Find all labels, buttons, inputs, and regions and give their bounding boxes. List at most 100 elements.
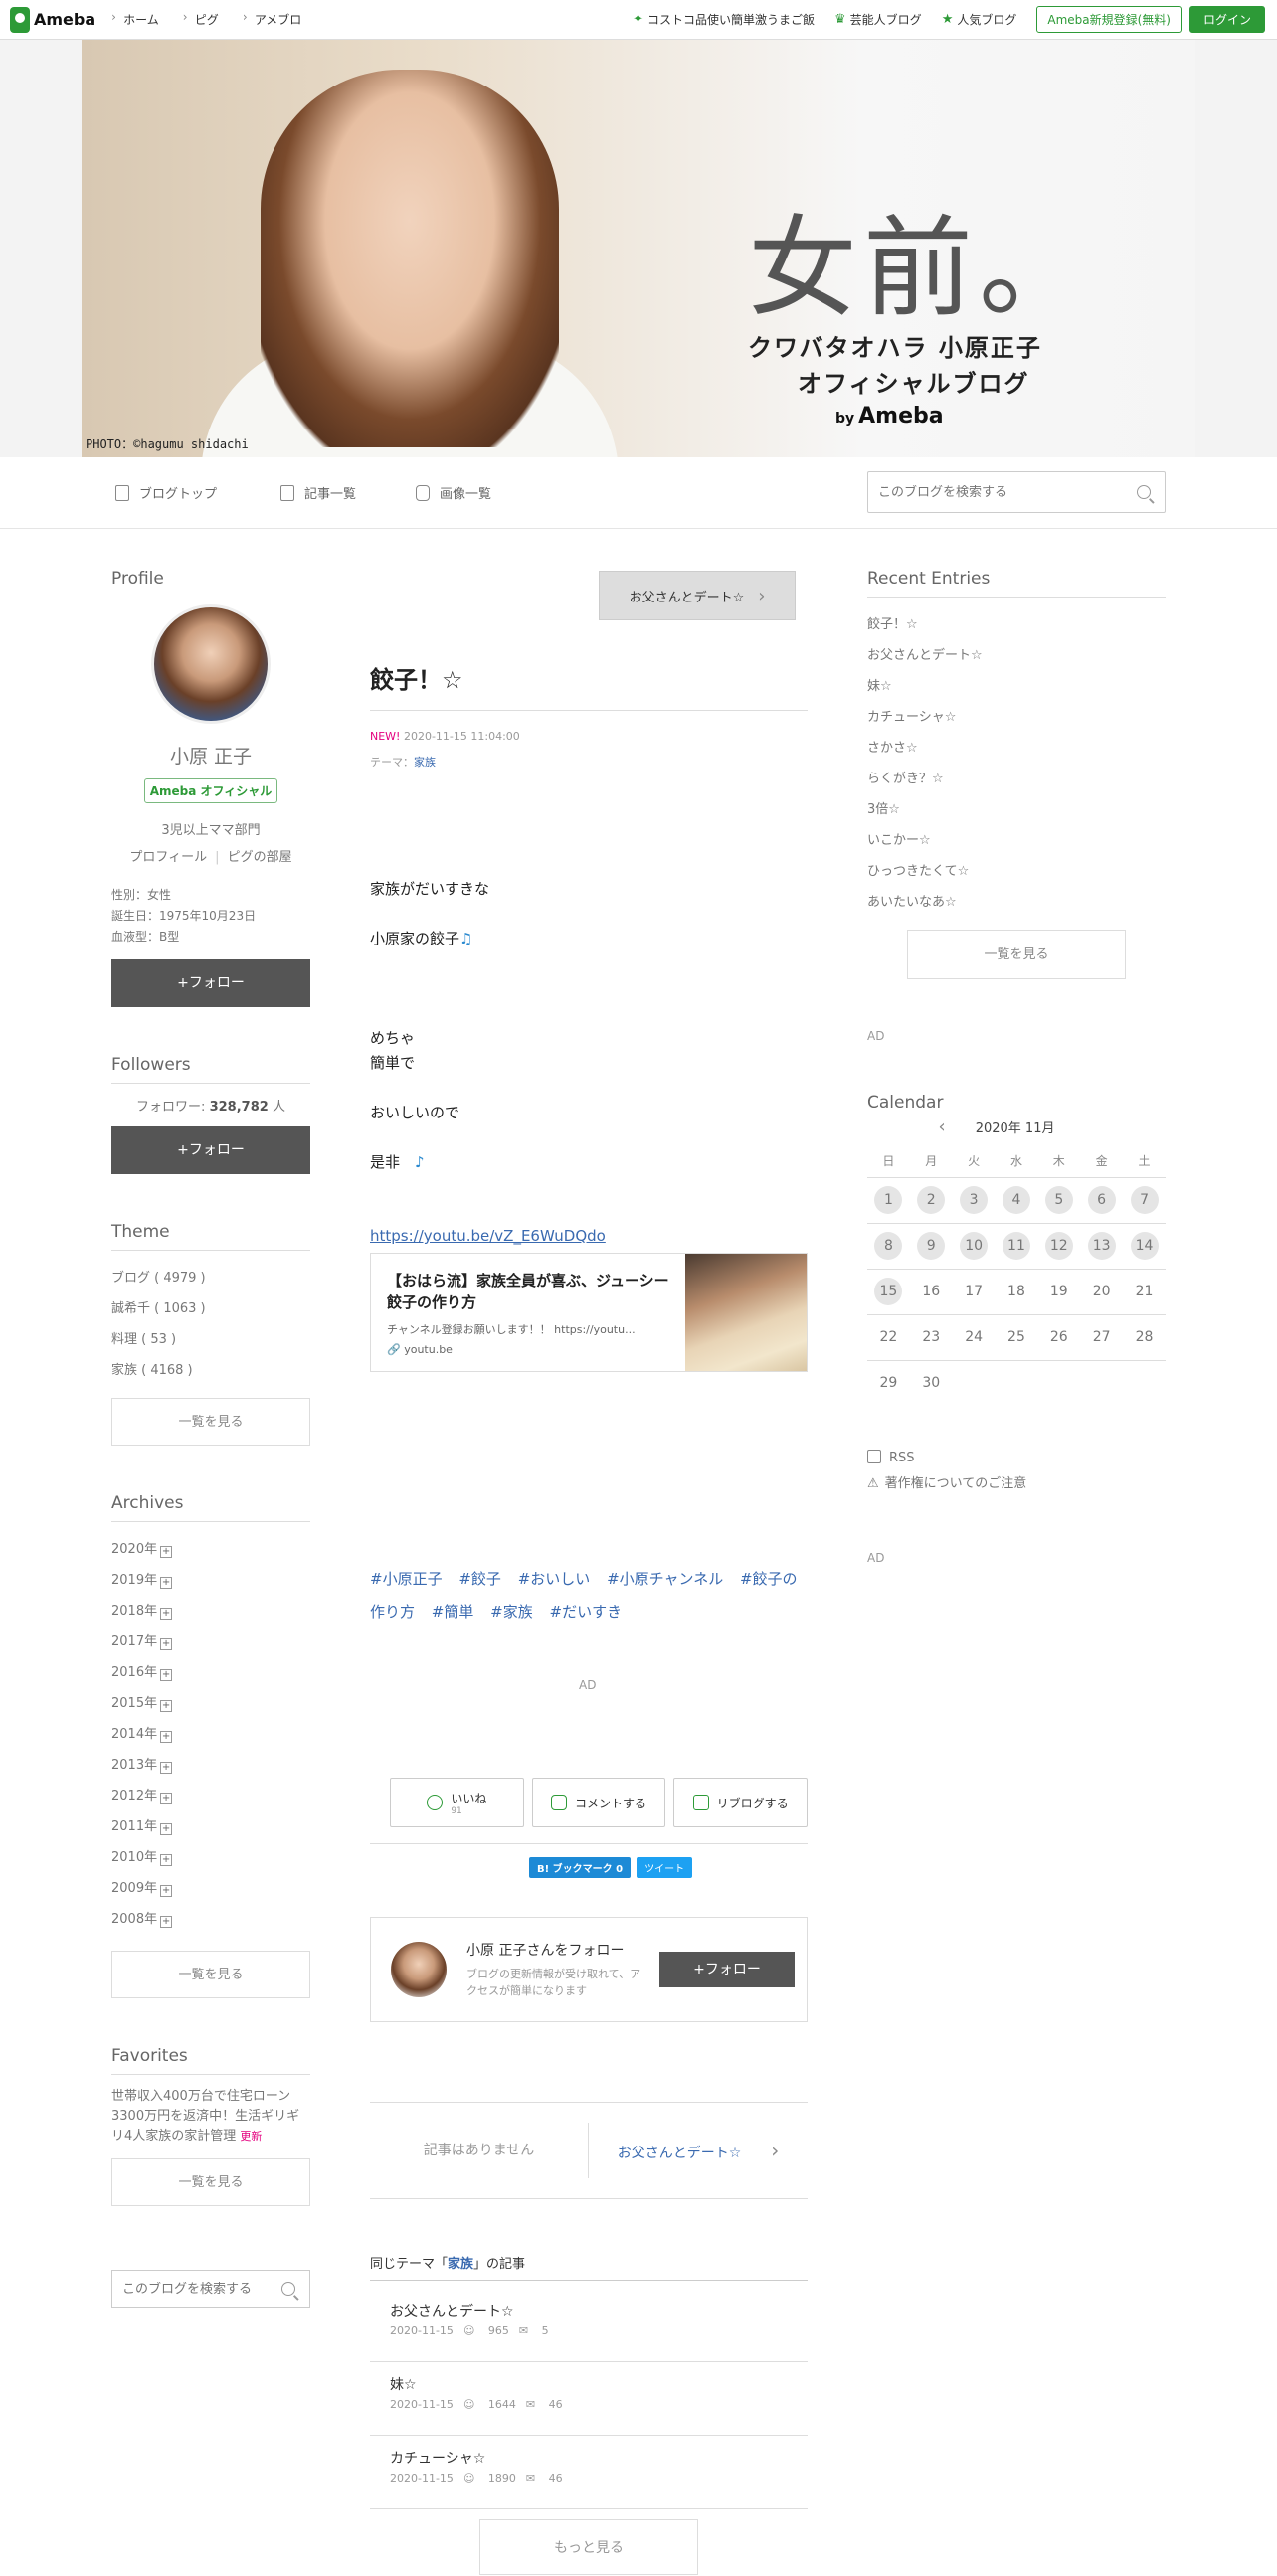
- archive-year[interactable]: 2011年 +: [111, 1811, 310, 1842]
- recent-more-button[interactable]: 一覧を見る: [907, 930, 1126, 979]
- see-more-button[interactable]: もっと見る: [479, 2519, 698, 2575]
- official-badge[interactable]: Ameba オフィシャル: [144, 778, 277, 803]
- calendar-day[interactable]: 3: [952, 1177, 996, 1224]
- recent-entry[interactable]: さかさ☆: [867, 733, 1166, 764]
- image-list-link[interactable]: 画像一覧: [416, 483, 491, 502]
- hashtag[interactable]: #小原正子: [370, 1570, 443, 1588]
- nav-ameblo[interactable]: アメブロ: [243, 10, 301, 28]
- blog-search-input[interactable]: [868, 484, 1137, 500]
- theme-item[interactable]: 料理 ( 53 ): [111, 1324, 310, 1355]
- archive-year[interactable]: 2014年 +: [111, 1719, 310, 1750]
- expand-icon[interactable]: +: [160, 1731, 173, 1743]
- calendar-day[interactable]: 11: [995, 1223, 1038, 1270]
- search-icon[interactable]: [1137, 485, 1151, 499]
- chevron-left-icon[interactable]: ‹: [939, 1116, 946, 1137]
- header-image[interactable]: 女前。 クワバタオハラ 小原正子 オフィシャルブログ by Ameba PHOTO…: [82, 40, 1195, 457]
- entry-title[interactable]: 餃子！☆: [370, 660, 463, 695]
- favorites-more-button[interactable]: 一覧を見る: [111, 2158, 310, 2206]
- next-entry-link[interactable]: お父さんとデート☆ ›: [589, 2139, 808, 2162]
- nav-pigg[interactable]: ピグ: [183, 10, 219, 28]
- expand-icon[interactable]: +: [160, 1854, 173, 1866]
- theme-item[interactable]: ブログ ( 4979 ): [111, 1263, 310, 1293]
- profile-name[interactable]: 小原 正子: [111, 742, 310, 769]
- hashtag[interactable]: #餃子: [458, 1570, 501, 1588]
- recent-entry[interactable]: ひっつきたくて☆: [867, 856, 1166, 887]
- same-theme-name[interactable]: 家族: [448, 2257, 473, 2272]
- calendar-day[interactable]: 1: [867, 1177, 910, 1224]
- hashtag[interactable]: #おいしい: [518, 1570, 591, 1588]
- expand-icon[interactable]: +: [160, 1885, 173, 1897]
- expand-icon[interactable]: +: [160, 1669, 173, 1681]
- avatar[interactable]: [151, 604, 271, 724]
- recent-entry[interactable]: らくがき？☆: [867, 764, 1166, 794]
- archive-year[interactable]: 2008年 +: [111, 1904, 310, 1935]
- recent-entry[interactable]: あいたいなあ☆: [867, 887, 1166, 918]
- calendar-day[interactable]: 7: [1123, 1177, 1166, 1224]
- nav-home[interactable]: ホーム: [111, 10, 159, 28]
- youtube-link[interactable]: https://youtu.be/vZ_E6WuDQdo: [370, 1227, 606, 1245]
- expand-icon[interactable]: +: [160, 1700, 173, 1712]
- theme-link[interactable]: 家族: [414, 756, 436, 769]
- archive-year[interactable]: 2015年 +: [111, 1688, 310, 1719]
- blog-top-link[interactable]: ブログトップ: [115, 483, 217, 502]
- recent-entry[interactable]: 餃子！☆: [867, 609, 1166, 640]
- recent-entry[interactable]: お父さんとデート☆: [867, 640, 1166, 671]
- calendar-day[interactable]: 13: [1080, 1223, 1124, 1270]
- rss-link[interactable]: RSS: [867, 1450, 915, 1465]
- archive-year[interactable]: 2012年 +: [111, 1781, 310, 1811]
- recent-entry[interactable]: 3倍☆: [867, 794, 1166, 825]
- archive-year[interactable]: 2017年 +: [111, 1627, 310, 1657]
- follow-box-button[interactable]: +フォロー: [659, 1952, 795, 1987]
- hashtag[interactable]: #だいすき: [550, 1603, 623, 1621]
- recent-entry[interactable]: いこかー☆: [867, 825, 1166, 856]
- article-list-link[interactable]: 記事一覧: [280, 483, 356, 502]
- recent-entry[interactable]: 妹☆: [867, 671, 1166, 702]
- profile-link[interactable]: プロフィール: [129, 850, 207, 865]
- costco-link[interactable]: ✦ コストコ品使い簡単激うまご飯: [633, 11, 815, 28]
- calendar-day[interactable]: 4: [995, 1177, 1038, 1224]
- archive-year[interactable]: 2009年 +: [111, 1873, 310, 1904]
- calendar-day[interactable]: 2: [909, 1177, 953, 1224]
- theme-item[interactable]: 家族 ( 4168 ): [111, 1355, 310, 1386]
- expand-icon[interactable]: +: [160, 1608, 173, 1620]
- archive-year[interactable]: 2018年 +: [111, 1596, 310, 1627]
- popular-blog-link[interactable]: ★ 人気ブログ: [942, 11, 1017, 28]
- expand-icon[interactable]: +: [160, 1546, 173, 1558]
- calendar-day[interactable]: 9: [909, 1223, 953, 1270]
- hashtag[interactable]: #簡単: [432, 1603, 474, 1621]
- archive-year[interactable]: 2010年 +: [111, 1842, 310, 1873]
- hatena-bookmark-button[interactable]: B! ブックマーク 0: [529, 1857, 632, 1878]
- celebrity-blog-link[interactable]: ♛ 芸能人ブログ: [834, 11, 922, 28]
- list-item[interactable]: 妹☆ 2020-11-15 ☺ 1644 ✉ 46: [370, 2362, 808, 2436]
- follow-button-2[interactable]: +フォロー: [111, 1126, 310, 1174]
- favorite-item[interactable]: 世帯収入400万台で住宅ローン3300万円を返済中！生活ギリギリ4人家族の家計管…: [111, 2087, 310, 2147]
- calendar-day[interactable]: 6: [1080, 1177, 1124, 1224]
- youtube-card[interactable]: 【おはら流】家族全員が喜ぶ、ジューシー餃子の作り方 チャンネル登録お願いします！…: [370, 1253, 808, 1372]
- calendar-day[interactable]: 10: [952, 1223, 996, 1270]
- archive-year[interactable]: 2016年 +: [111, 1657, 310, 1688]
- archives-more-button[interactable]: 一覧を見る: [111, 1951, 310, 1998]
- archive-year[interactable]: 2020年 +: [111, 1534, 310, 1565]
- expand-icon[interactable]: +: [160, 1916, 173, 1928]
- hashtag[interactable]: #小原チャンネル: [607, 1570, 723, 1588]
- item-title[interactable]: 妹☆: [390, 2374, 788, 2394]
- list-item[interactable]: カチューシャ☆ 2020-11-15 ☺ 1890 ✉ 46: [370, 2436, 808, 2509]
- calendar-day[interactable]: 15: [867, 1269, 910, 1315]
- search-icon[interactable]: [281, 2282, 295, 2296]
- expand-icon[interactable]: +: [160, 1762, 173, 1774]
- calendar-day[interactable]: 14: [1123, 1223, 1166, 1270]
- sidebar-search-input[interactable]: [112, 2281, 281, 2297]
- archive-year[interactable]: 2019年 +: [111, 1565, 310, 1596]
- item-title[interactable]: カチューシャ☆: [390, 2448, 788, 2468]
- item-title[interactable]: お父さんとデート☆: [390, 2301, 788, 2320]
- tweet-button[interactable]: ツイート: [637, 1857, 693, 1878]
- expand-icon[interactable]: +: [160, 1793, 173, 1804]
- copyright-notice-link[interactable]: ⚠ 著作権についてのご注意: [867, 1476, 1026, 1491]
- pigg-room-link[interactable]: ピグの部屋: [228, 850, 292, 865]
- calendar-day[interactable]: 5: [1037, 1177, 1081, 1224]
- ameba-logo[interactable]: Ameba: [10, 0, 95, 40]
- follow-button[interactable]: +フォロー: [111, 959, 310, 1007]
- recent-entry[interactable]: カチューシャ☆: [867, 702, 1166, 733]
- calendar-day[interactable]: 12: [1037, 1223, 1081, 1270]
- next-entry-button[interactable]: お父さんとデート☆ ›: [599, 571, 796, 620]
